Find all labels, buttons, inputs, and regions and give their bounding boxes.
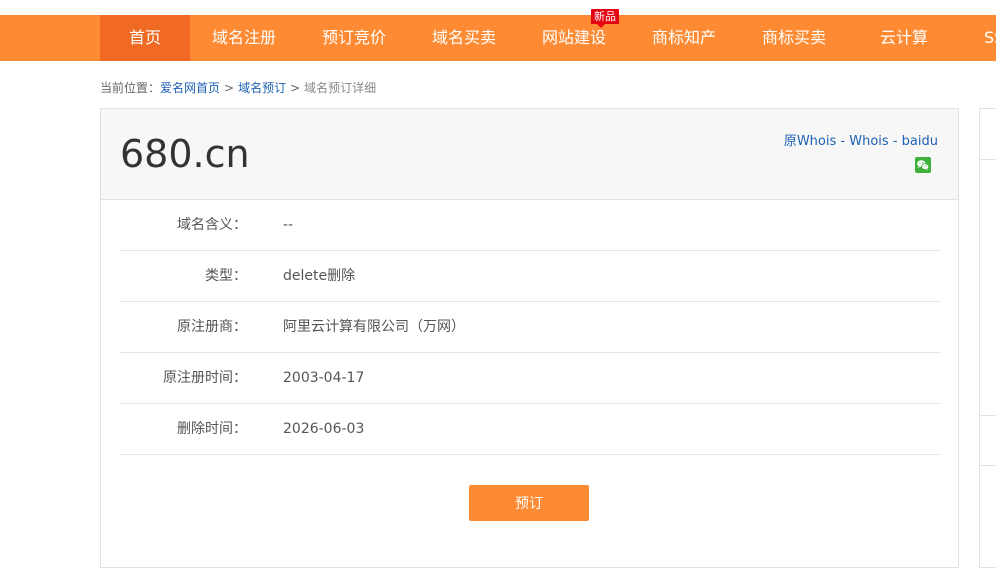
nav-item-ssl[interactable]: SS — [984, 15, 996, 61]
nav-item-domain-trade[interactable]: 域名买卖 — [420, 15, 508, 61]
side-panel-divider — [980, 159, 996, 160]
side-panel — [979, 108, 996, 568]
nav-item-domain-register[interactable]: 域名注册 — [200, 15, 288, 61]
breadcrumb-section-link[interactable]: 域名预订 — [238, 81, 286, 95]
detail-row-meaning: 域名含义： -- — [119, 200, 941, 251]
wechat-glyph — [917, 160, 930, 171]
link-separator: - — [840, 134, 846, 149]
detail-label: 域名含义： — [177, 217, 247, 233]
detail-label: 类型： — [205, 268, 247, 284]
nav-item-trademark-trade[interactable]: 商标买卖 — [750, 15, 838, 61]
breadcrumb: 当前位置：爱名网首页 > 域名预订 > 域名预订详细 — [100, 79, 376, 97]
reserve-button[interactable]: 预订 — [469, 485, 589, 521]
new-product-badge: 新品 — [591, 9, 619, 28]
detail-row-registrar: 原注册商： 阿里云计算有限公司（万网） — [119, 302, 941, 353]
breadcrumb-separator: > — [290, 81, 301, 95]
detail-value: 阿里云计算有限公司（万网） — [283, 319, 465, 335]
original-whois-link[interactable]: 原Whois — [784, 134, 836, 149]
breadcrumb-prefix: 当前位置： — [100, 81, 161, 95]
domain-name: 680.cn — [120, 132, 250, 176]
nav-item-trademark-ip[interactable]: 商标知产 — [640, 15, 728, 61]
breadcrumb-current: 域名预订详细 — [304, 81, 377, 95]
side-panel-divider — [980, 465, 996, 466]
detail-value: 2026-06-03 — [283, 421, 365, 437]
link-separator: - — [892, 134, 898, 149]
detail-label: 原注册时间： — [163, 370, 247, 386]
breadcrumb-separator: > — [224, 81, 235, 95]
domain-detail-panel: 680.cn 原Whois - Whois - baidu 域名含义： -- 类… — [100, 108, 959, 568]
nav-item-reserve-bid[interactable]: 预订竞价 — [310, 15, 398, 61]
breadcrumb-home-link[interactable]: 爱名网首页 — [160, 81, 220, 95]
detail-row-type: 类型： delete删除 — [119, 251, 941, 302]
top-navigation: 首页 域名注册 预订竞价 域名买卖 网站建设 商标知产 商标买卖 云计算 SS — [0, 15, 996, 61]
detail-label: 删除时间： — [177, 421, 247, 437]
whois-links: 原Whois - Whois - baidu — [784, 133, 938, 151]
baidu-link[interactable]: baidu — [902, 134, 938, 149]
domain-header: 680.cn 原Whois - Whois - baidu — [101, 109, 958, 200]
nav-item-cloud[interactable]: 云计算 — [860, 15, 948, 61]
detail-value: 2003-04-17 — [283, 370, 365, 386]
whois-link[interactable]: Whois — [849, 134, 888, 149]
detail-row-registered-date: 原注册时间： 2003-04-17 — [119, 353, 941, 404]
wechat-icon[interactable] — [915, 157, 931, 173]
detail-value: -- — [283, 217, 294, 233]
detail-label: 原注册商： — [177, 319, 247, 335]
side-panel-divider — [980, 415, 996, 416]
nav-item-home[interactable]: 首页 — [100, 15, 190, 61]
detail-value: delete删除 — [283, 268, 356, 284]
detail-row-delete-date: 删除时间： 2026-06-03 — [119, 404, 941, 455]
